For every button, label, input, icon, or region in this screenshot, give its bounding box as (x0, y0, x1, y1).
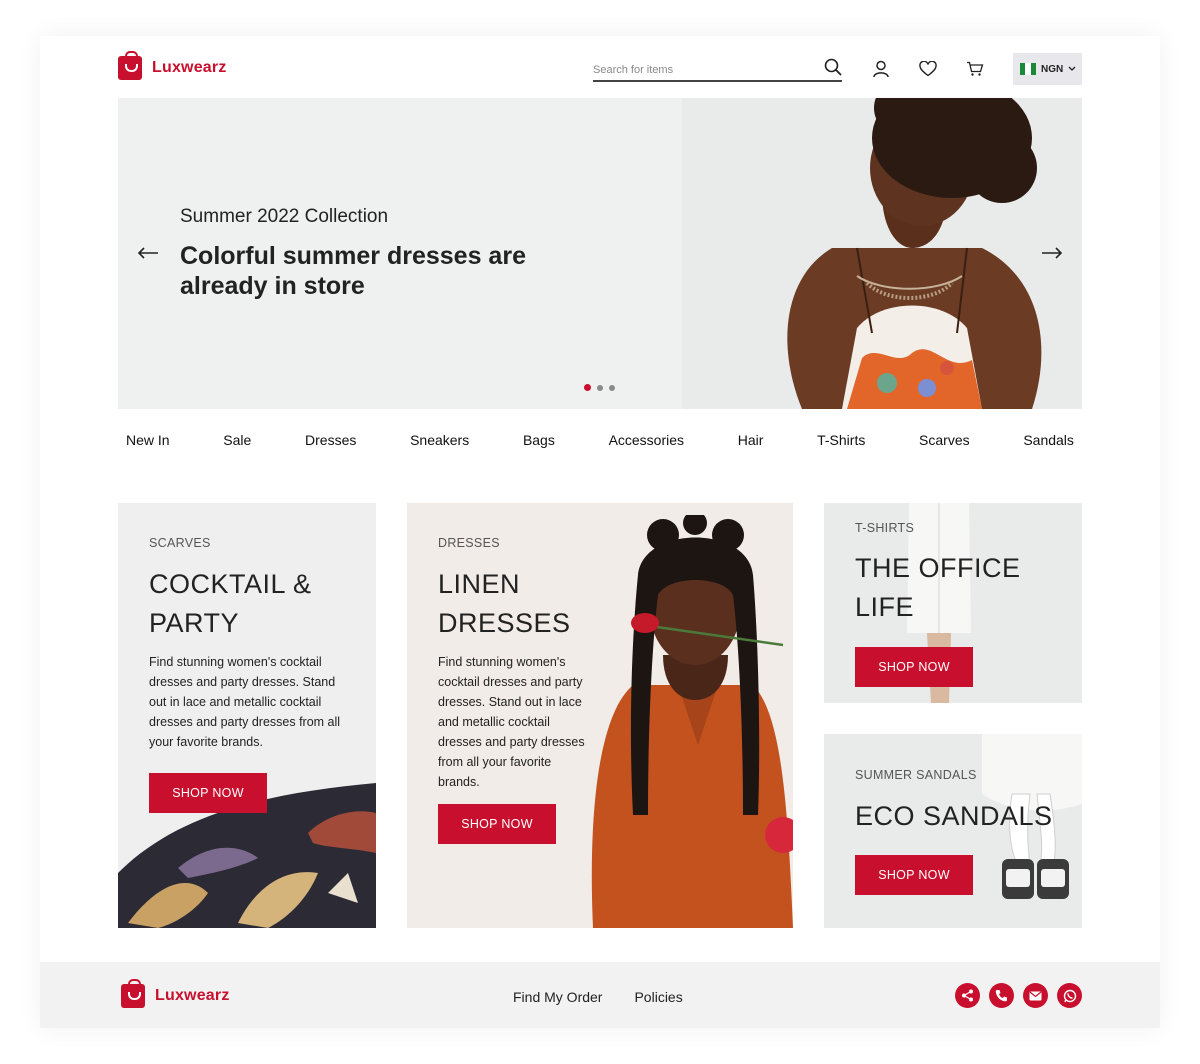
share-icon[interactable] (955, 983, 980, 1008)
category-link-scarves[interactable]: Scarves (919, 432, 970, 448)
chevron-down-icon (1068, 66, 1076, 71)
cart-icon[interactable] (964, 58, 986, 80)
brand-logo[interactable]: Luxwearz (118, 51, 227, 80)
promo-title: THE OFFICE LIFE (855, 549, 1021, 627)
social-icons (955, 983, 1082, 1008)
search-input[interactable] (593, 54, 813, 78)
promo-title: COCKTAIL & PARTY (149, 565, 312, 643)
promo-tag: T-SHIRTS (855, 521, 915, 535)
dresses-model-image (591, 515, 793, 928)
footer-brand-logo[interactable]: Luxwearz (121, 979, 230, 1008)
footer-links: Find My Order Policies (513, 989, 683, 1005)
shop-now-button[interactable]: SHOP NOW (438, 804, 556, 844)
category-link-sale[interactable]: Sale (223, 432, 251, 448)
hero-title: Colorful summer dresses are already in s… (180, 242, 526, 300)
hero-model-image (682, 98, 1082, 409)
shop-now-button[interactable]: SHOP NOW (149, 773, 267, 813)
slide-dot[interactable] (597, 384, 603, 391)
next-slide-arrow-icon[interactable] (1040, 241, 1064, 265)
promo-card-dresses: DRESSES LINEN DRESSES Find stunning wome… (407, 503, 793, 928)
promo-description: Find stunning women's cocktail dresses a… (438, 655, 585, 789)
promo-title-line: DRESSES (438, 608, 571, 638)
whatsapp-icon[interactable] (1057, 983, 1082, 1008)
promo-title-line: LINEN (438, 569, 521, 599)
category-link-accessories[interactable]: Accessories (609, 432, 684, 448)
heart-icon[interactable] (917, 58, 939, 80)
phone-icon[interactable] (989, 983, 1014, 1008)
category-nav: New In Sale Dresses Sneakers Bags Access… (118, 432, 1082, 448)
promo-card-summer-sandals: SUMMER SANDALS ECO SANDALS SHOP NOW (824, 734, 1082, 928)
promo-description: Find stunning women's cocktail dresses a… (149, 655, 341, 749)
promo-title-line: PARTY (149, 608, 240, 638)
category-link-sandals[interactable]: Sandals (1023, 432, 1074, 448)
category-link-sneakers[interactable]: Sneakers (410, 432, 469, 448)
category-link-new-in[interactable]: New In (126, 432, 170, 448)
slide-dot-active[interactable] (584, 384, 591, 391)
search-icon[interactable] (824, 58, 842, 81)
promo-title: ECO SANDALS (855, 801, 1053, 831)
category-link-t-shirts[interactable]: T-Shirts (817, 432, 865, 448)
shopping-bag-logo-icon (121, 979, 145, 1008)
slide-indicators (584, 384, 615, 391)
currency-selector[interactable]: NGN (1013, 53, 1082, 85)
promo-title-line: THE OFFICE (855, 553, 1021, 583)
promo-tag: SCARVES (149, 536, 211, 550)
hero-subtitle: Summer 2022 Collection (180, 206, 389, 227)
brand-name: Luxwearz (152, 59, 227, 76)
promo-tag: DRESSES (438, 536, 500, 550)
hero-banner: Summer 2022 Collection Colorful summer d… (118, 98, 1082, 409)
slide-dot[interactable] (609, 384, 615, 391)
brand-name: Luxwearz (155, 987, 230, 1004)
search-bar (593, 54, 842, 82)
category-link-dresses[interactable]: Dresses (305, 432, 356, 448)
promo-card-scarves: SCARVES COCKTAIL & PARTY Find stunning w… (118, 503, 376, 928)
user-icon[interactable] (870, 58, 892, 80)
promo-card-t-shirts: T-SHIRTS THE OFFICE LIFE SHOP NOW (824, 503, 1082, 703)
footer-link-policies[interactable]: Policies (634, 989, 682, 1005)
promo-title-line: COCKTAIL & (149, 569, 312, 599)
promo-title-line: LIFE (855, 592, 915, 622)
promo-tag: SUMMER SANDALS (855, 768, 977, 782)
footer: Luxwearz Find My Order Policies (40, 962, 1160, 1028)
footer-link-find-my-order[interactable]: Find My Order (513, 989, 602, 1005)
currency-code: NGN (1041, 63, 1064, 75)
category-link-hair[interactable]: Hair (738, 432, 764, 448)
category-link-bags[interactable]: Bags (523, 432, 555, 448)
shop-now-button[interactable]: SHOP NOW (855, 647, 973, 687)
promo-title: LINEN DRESSES (438, 565, 571, 643)
previous-slide-arrow-icon[interactable] (136, 241, 160, 265)
shop-now-button[interactable]: SHOP NOW (855, 855, 973, 895)
nigeria-flag-icon (1020, 63, 1036, 75)
shopping-bag-logo-icon (118, 51, 142, 80)
mail-icon[interactable] (1023, 983, 1048, 1008)
